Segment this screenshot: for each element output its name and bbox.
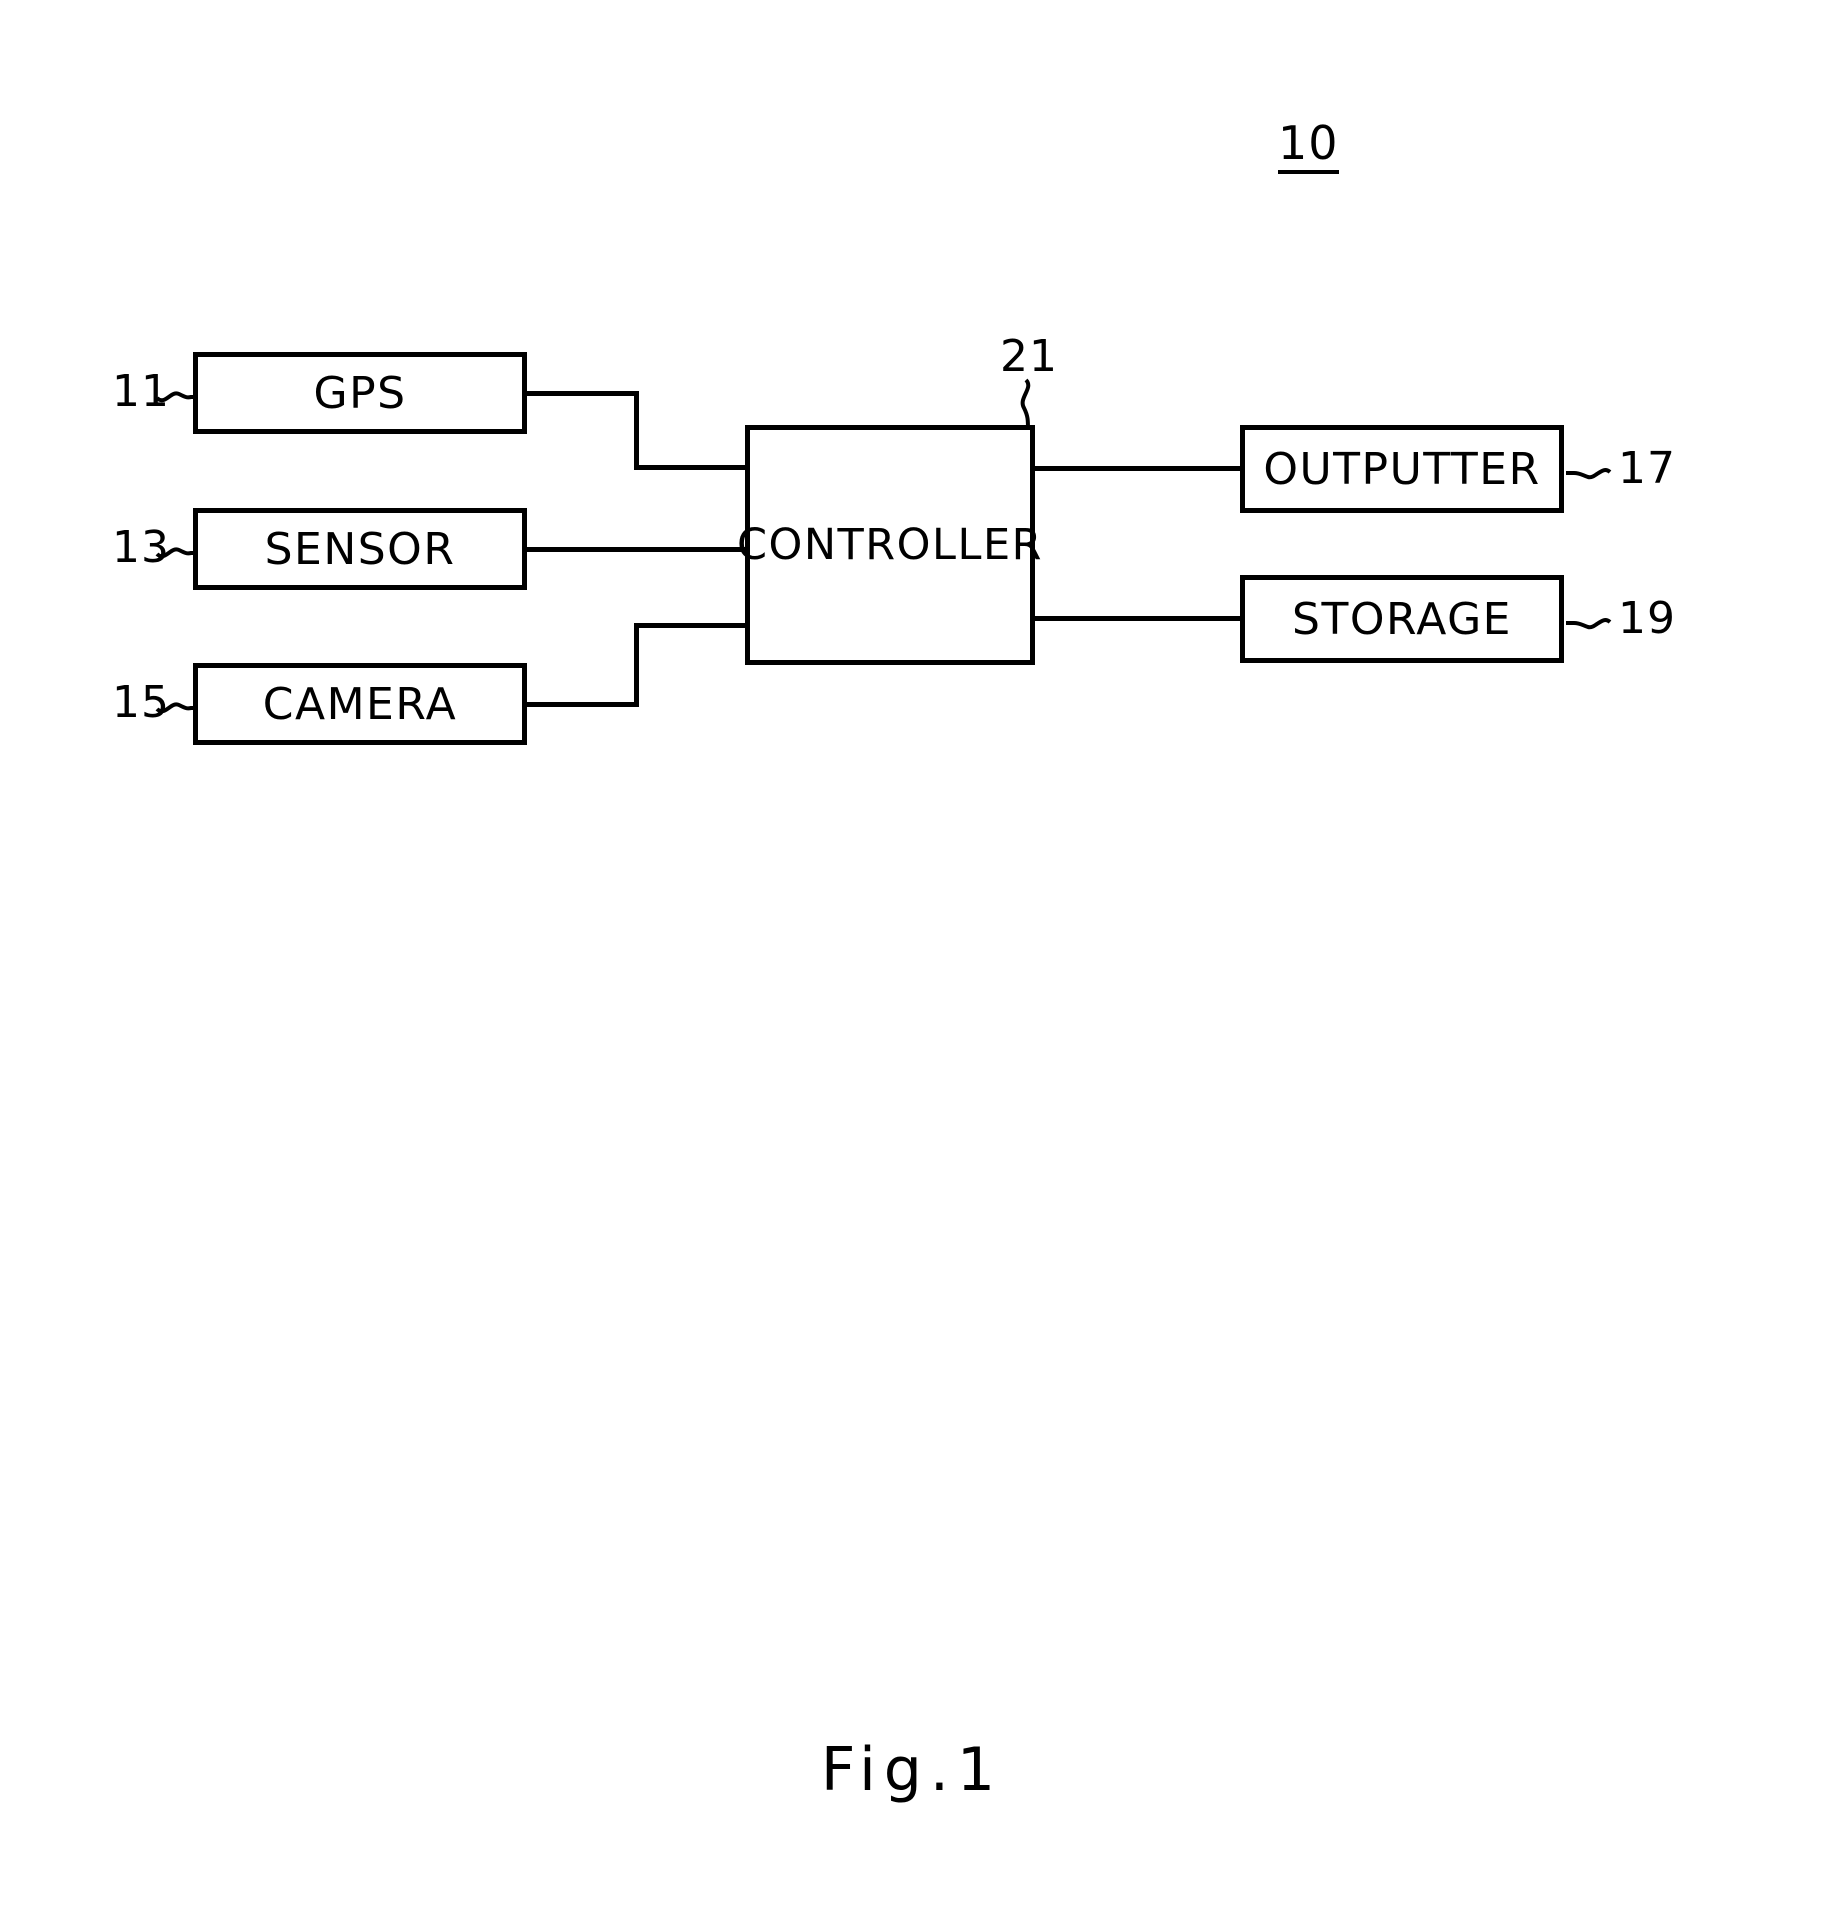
block-storage-label: STORAGE xyxy=(1292,593,1512,645)
wire-camera-segment-1 xyxy=(527,702,639,707)
block-storage[interactable]: STORAGE xyxy=(1240,575,1564,663)
block-camera-label: CAMERA xyxy=(262,678,458,730)
reference-numeral-controller: 21 xyxy=(1000,331,1058,382)
leader-line-storage xyxy=(1566,618,1612,630)
reference-numeral-camera: 15 xyxy=(112,677,170,728)
block-gps-label: GPS xyxy=(313,367,407,419)
block-controller-label: CONTROLLER xyxy=(737,520,1043,570)
patent-figure-sheet: 10 GPS SENSOR CAMERA CONTROLLER OUTPUTTE… xyxy=(0,0,1824,1915)
reference-numeral-storage: 19 xyxy=(1618,593,1676,644)
block-outputter-label: OUTPUTTER xyxy=(1263,443,1541,495)
reference-numeral-outputter: 17 xyxy=(1618,443,1676,494)
wire-sensor-segment-1 xyxy=(527,547,749,552)
leader-line-outputter xyxy=(1566,468,1612,480)
system-reference-numeral: 10 xyxy=(1278,120,1339,174)
wire-storage-segment-1 xyxy=(1031,616,1244,621)
wire-gps-segment-3 xyxy=(634,465,749,470)
wire-outputter-segment-1 xyxy=(1031,466,1244,471)
block-sensor[interactable]: SENSOR xyxy=(193,508,527,590)
figure-caption: Fig.1 xyxy=(820,1735,1004,1805)
wire-gps-segment-2 xyxy=(634,391,639,470)
block-sensor-label: SENSOR xyxy=(264,523,456,575)
wire-gps-segment-1 xyxy=(527,391,639,396)
block-controller[interactable]: CONTROLLER xyxy=(737,425,1042,665)
block-gps[interactable]: GPS xyxy=(193,352,527,434)
wire-camera-segment-2 xyxy=(634,623,639,707)
wire-camera-segment-3 xyxy=(634,623,749,628)
block-outputter[interactable]: OUTPUTTER xyxy=(1240,425,1564,513)
block-camera[interactable]: CAMERA xyxy=(193,663,527,745)
reference-numeral-sensor: 13 xyxy=(112,522,170,573)
reference-numeral-gps: 11 xyxy=(112,366,170,417)
